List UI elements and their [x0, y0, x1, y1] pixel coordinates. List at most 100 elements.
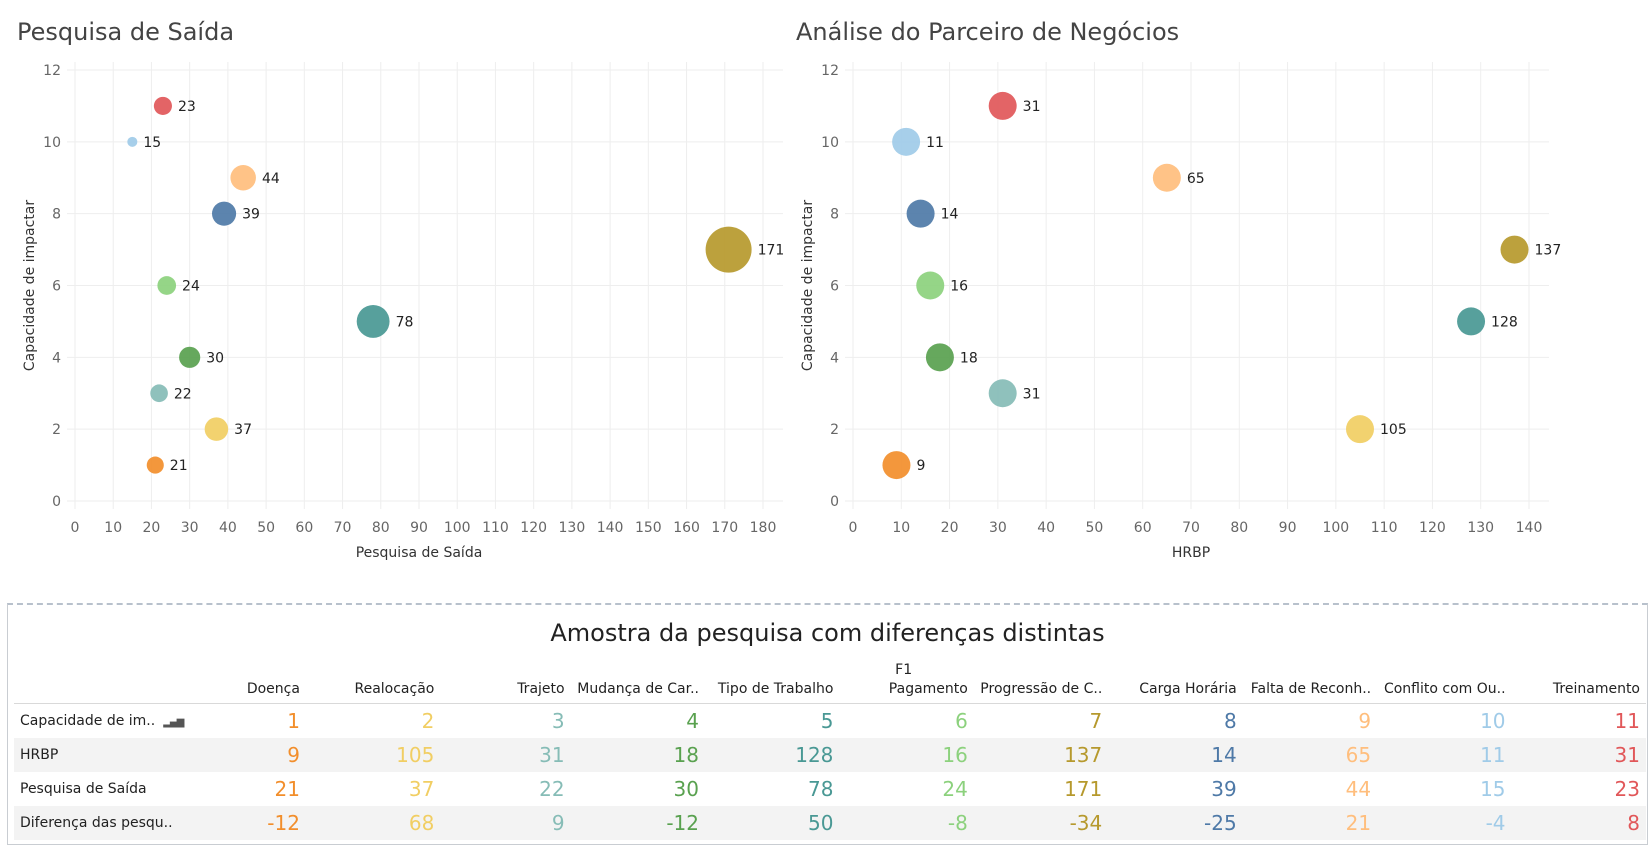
table-cell: 21	[274, 777, 300, 801]
data-point[interactable]	[925, 343, 954, 372]
row-label: Capacidade de im.. ▂▄▆	[20, 713, 184, 729]
table-cell: 4	[686, 709, 699, 733]
x-tick-label: 150	[635, 520, 662, 536]
y-tick-label: 0	[52, 494, 61, 510]
x-tick-label: 40	[219, 520, 237, 536]
x-tick-label: 110	[482, 520, 509, 536]
table-cell: 16	[839, 738, 974, 772]
x-tick-label: 140	[1516, 520, 1543, 536]
table-cell: 31	[1511, 738, 1646, 772]
data-point[interactable]	[212, 201, 237, 226]
table-cell: 2	[421, 709, 435, 733]
data-point[interactable]	[230, 164, 256, 191]
x-tick-label: 140	[597, 520, 624, 536]
x-axis-title: HRBP	[1172, 545, 1210, 561]
summary-table-panel: Amostra da pesquisa com diferenças disti…	[7, 603, 1648, 845]
sort-icon[interactable]: ▂▄▆	[163, 717, 184, 728]
data-point[interactable]	[1346, 415, 1374, 444]
row-label: Pesquisa de Saída	[20, 781, 147, 797]
x-tick-label: 170	[711, 520, 738, 536]
table-cell: 10	[1480, 709, 1506, 733]
data-label: 31	[1023, 99, 1041, 115]
data-point[interactable]	[1500, 235, 1529, 264]
table-cell: 9	[213, 738, 306, 772]
table-column-header[interactable]: Doença	[213, 659, 306, 704]
x-tick-label: 180	[750, 520, 777, 536]
table-cell: 31	[440, 738, 571, 772]
table-cell: 39	[1211, 777, 1237, 801]
data-point[interactable]	[988, 379, 1017, 408]
table-cell: 24	[942, 777, 968, 801]
y-tick-label: 8	[52, 207, 61, 223]
data-point[interactable]	[906, 199, 935, 228]
data-point[interactable]	[150, 384, 168, 403]
table-row: Capacidade de im.. ▂▄▆ 1 2 3 4 5 6 7 8 9 10 11	[14, 704, 1646, 739]
table-column-header[interactable]: Carga Horária	[1108, 659, 1243, 704]
table-cell: 128	[705, 738, 840, 772]
y-tick-label: 10	[821, 135, 839, 151]
data-label: 78	[396, 314, 414, 330]
table-column-header[interactable]: Treinamento	[1511, 659, 1646, 704]
data-label: 65	[1187, 171, 1205, 187]
table-column-header[interactable]: Mudança de Car..	[570, 659, 705, 704]
table-row: Pesquisa de Saída 21 37 22 30 78 24 171 39 44 15 23	[14, 772, 1646, 806]
table-cell: 30	[673, 777, 699, 801]
table-cell: -12	[570, 806, 705, 840]
table-cell: 9	[440, 806, 571, 840]
data-point[interactable]	[204, 417, 229, 441]
table-cell: 22	[539, 777, 565, 801]
data-label: 171	[758, 243, 785, 259]
data-point[interactable]	[705, 226, 752, 273]
table-column-header[interactable]: Progressão de C..	[973, 659, 1109, 704]
table-cell: -4	[1377, 806, 1512, 840]
table-cell: -12	[213, 806, 306, 840]
x-tick-label: 20	[143, 520, 161, 536]
x-tick-label: 130	[1467, 520, 1494, 536]
x-tick-label: 110	[1371, 520, 1398, 536]
table-cell: 78	[807, 777, 834, 801]
x-tick-label: 20	[941, 520, 959, 536]
data-point[interactable]	[988, 91, 1017, 120]
table-column-header[interactable]: Tipo de Trabalho	[705, 659, 840, 704]
x-tick-label: 50	[1086, 520, 1104, 536]
data-point[interactable]	[1457, 307, 1486, 336]
data-label: 37	[234, 422, 252, 438]
x-tick-label: 30	[989, 520, 1007, 536]
data-point[interactable]	[179, 346, 201, 368]
table-cell: 68	[305, 806, 441, 840]
table-column-header[interactable]: Realocação	[305, 659, 441, 704]
data-point[interactable]	[916, 271, 945, 300]
x-tick-label: 100	[1322, 520, 1349, 536]
x-tick-label: 90	[410, 520, 428, 536]
y-tick-label: 2	[52, 422, 61, 438]
data-point[interactable]	[356, 304, 390, 338]
table-column-header[interactable]: F1 Pagamento	[839, 659, 974, 704]
scatter-chart-right: 0 10 20 30 40 50 60 70 80 90 100 110 120 130 140 0 2 4 6 8 1…	[800, 62, 1561, 561]
table-row: HRBP 9 105 31 18 128 16 137 14 65 11 31	[14, 738, 1646, 772]
row-label: Diferença das pesqu..	[14, 806, 214, 840]
table-cell: 37	[408, 777, 435, 801]
x-tick-label: 60	[295, 520, 313, 536]
table-cell: 137	[973, 738, 1109, 772]
data-point[interactable]	[1152, 163, 1181, 192]
data-point[interactable]	[127, 136, 138, 147]
table-cell: -8	[839, 806, 974, 840]
data-point[interactable]	[146, 456, 164, 474]
table-header-row: Doença Realocação Trajeto Mudança de Car.. T…	[14, 659, 1646, 704]
x-tick-label: 130	[559, 520, 586, 536]
table-cell: 21	[1242, 806, 1378, 840]
data-point[interactable]	[153, 96, 172, 115]
table-column-header[interactable]: Trajeto	[440, 659, 571, 704]
data-point[interactable]	[882, 451, 911, 480]
y-tick-label: 0	[830, 494, 839, 510]
column-group-label: F1	[895, 662, 913, 678]
table-column-header[interactable]: Falta de Reconh..	[1242, 659, 1378, 704]
data-label: 18	[960, 350, 978, 366]
y-tick-label: 12	[821, 63, 839, 79]
data-point[interactable]	[157, 276, 177, 295]
data-point[interactable]	[892, 127, 921, 156]
table-column-header[interactable]: Conflito com Ou..	[1377, 659, 1512, 704]
row-label: HRBP	[14, 738, 214, 772]
x-tick-label: 80	[1230, 520, 1248, 536]
data-label: 14	[941, 207, 959, 223]
